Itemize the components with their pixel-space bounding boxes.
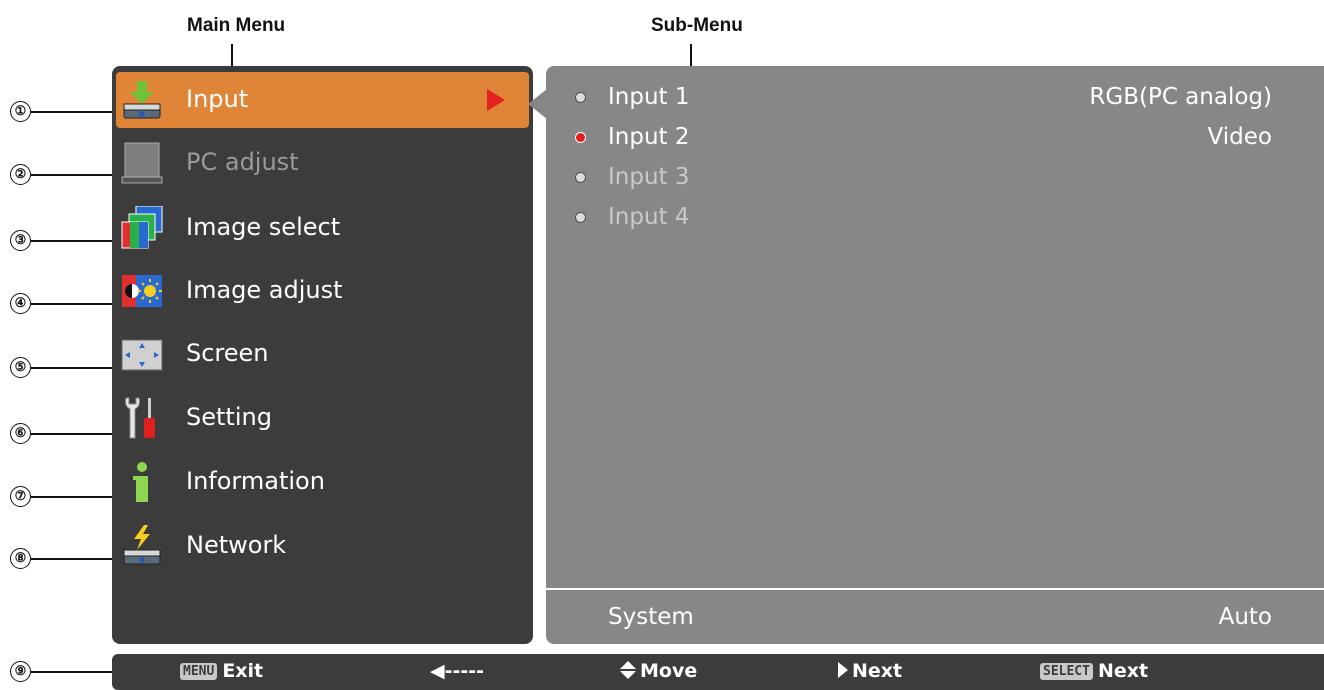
marker-8: ⑧ — [10, 548, 31, 569]
sub-menu-pointer — [528, 89, 547, 119]
marker-5-leader — [31, 367, 121, 369]
guide-next: Next — [838, 660, 902, 682]
marker-7-leader — [31, 496, 121, 498]
radio-dot-selected-icon — [576, 133, 585, 142]
menu-label-network: Network — [186, 531, 287, 559]
menu-key-icon: MENU — [180, 663, 218, 680]
guide-next-label: Next — [852, 660, 903, 682]
menu-item-image-adjust[interactable]: Image adjust — [116, 263, 529, 319]
network-icon — [123, 525, 161, 565]
guide-select-next: SELECT Next — [1040, 660, 1148, 682]
menu-label-image-adjust: Image adjust — [186, 276, 343, 304]
guide-move-label: Move — [640, 660, 698, 682]
submenu-arrow-icon — [487, 89, 505, 111]
marker-4: ④ — [10, 293, 31, 314]
radio-dot-icon — [576, 213, 585, 222]
radio-dot-icon — [576, 173, 585, 182]
sub-row-input-3[interactable]: Input 3 — [546, 158, 1324, 198]
sub-value: RGB(PC analog) — [1089, 84, 1272, 110]
marker-6: ⑥ — [10, 423, 31, 444]
menu-label-pc-adjust: PC adjust — [186, 148, 299, 176]
information-icon — [133, 462, 148, 502]
guide-back: ◀----- — [430, 660, 484, 682]
marker-3-leader — [31, 240, 121, 242]
input-icon — [123, 81, 161, 119]
marker-5: ⑤ — [10, 357, 31, 378]
guide-back-label: ◀----- — [430, 660, 485, 682]
sub-row-input-4[interactable]: Input 4 — [546, 198, 1324, 238]
main-menu-panel: Input PC adjust Image select Image adjus… — [112, 66, 533, 644]
marker-7: ⑦ — [10, 486, 31, 507]
image-select-icon — [121, 206, 163, 249]
marker-4-leader — [31, 303, 121, 305]
menu-item-information[interactable]: Information — [116, 454, 529, 510]
menu-label-screen: Screen — [186, 339, 269, 367]
sub-menu-callout: Sub-Menu — [651, 15, 743, 36]
guide-move: Move — [620, 660, 697, 682]
sub-label: Input 2 — [608, 124, 690, 150]
sub-label: Input 1 — [608, 84, 690, 110]
marker-1: ① — [10, 101, 31, 122]
system-value: Auto — [1218, 604, 1272, 630]
radio-dot-icon — [576, 93, 585, 102]
marker-2-leader — [31, 174, 121, 176]
marker-9: ⑨ — [10, 661, 31, 682]
setting-icon — [125, 397, 155, 439]
menu-item-image-select[interactable]: Image select — [116, 200, 529, 256]
sub-value: Video — [1207, 124, 1272, 150]
marker-3: ③ — [10, 230, 31, 251]
guide-exit: MENU Exit — [180, 660, 263, 682]
menu-label-setting: Setting — [186, 403, 272, 431]
menu-label-information: Information — [186, 467, 325, 495]
sub-label: Input 4 — [608, 204, 690, 230]
main-menu-callout: Main Menu — [187, 15, 286, 36]
sub-label: Input 3 — [608, 164, 690, 190]
marker-2: ② — [10, 164, 31, 185]
marker-6-leader — [31, 433, 121, 435]
menu-item-input[interactable]: Input — [116, 72, 529, 128]
menu-label-image-select: Image select — [186, 213, 341, 241]
menu-item-network[interactable]: Network — [116, 518, 529, 574]
marker-1-leader — [31, 111, 121, 113]
image-adjust-icon — [122, 275, 162, 307]
marker-8-leader — [31, 558, 121, 560]
select-key-icon: SELECT — [1040, 663, 1093, 680]
sub-row-input-2[interactable]: Input 2 Video — [546, 118, 1324, 158]
up-down-arrow-icon — [620, 661, 636, 679]
guide-select-next-label: Next — [1097, 660, 1149, 682]
right-arrow-icon — [838, 662, 848, 678]
menu-label-input: Input — [186, 85, 249, 113]
menu-item-screen[interactable]: Screen — [116, 326, 529, 382]
menu-item-setting[interactable]: Setting — [116, 390, 529, 446]
system-divider — [546, 588, 1324, 590]
system-label[interactable]: System — [608, 604, 694, 630]
pc-adjust-icon — [121, 142, 163, 184]
menu-item-pc-adjust[interactable]: PC adjust — [116, 135, 529, 191]
marker-9-leader — [31, 671, 121, 673]
guide-exit-label: Exit — [222, 660, 264, 682]
guide-bar: MENU Exit ◀----- Move Next SELECT Next — [112, 654, 1324, 690]
screen-icon — [121, 339, 163, 371]
sub-row-input-1[interactable]: Input 1 RGB(PC analog) — [546, 78, 1324, 118]
sub-menu-panel: Input 1 RGB(PC analog) Input 2 Video Inp… — [546, 66, 1324, 644]
